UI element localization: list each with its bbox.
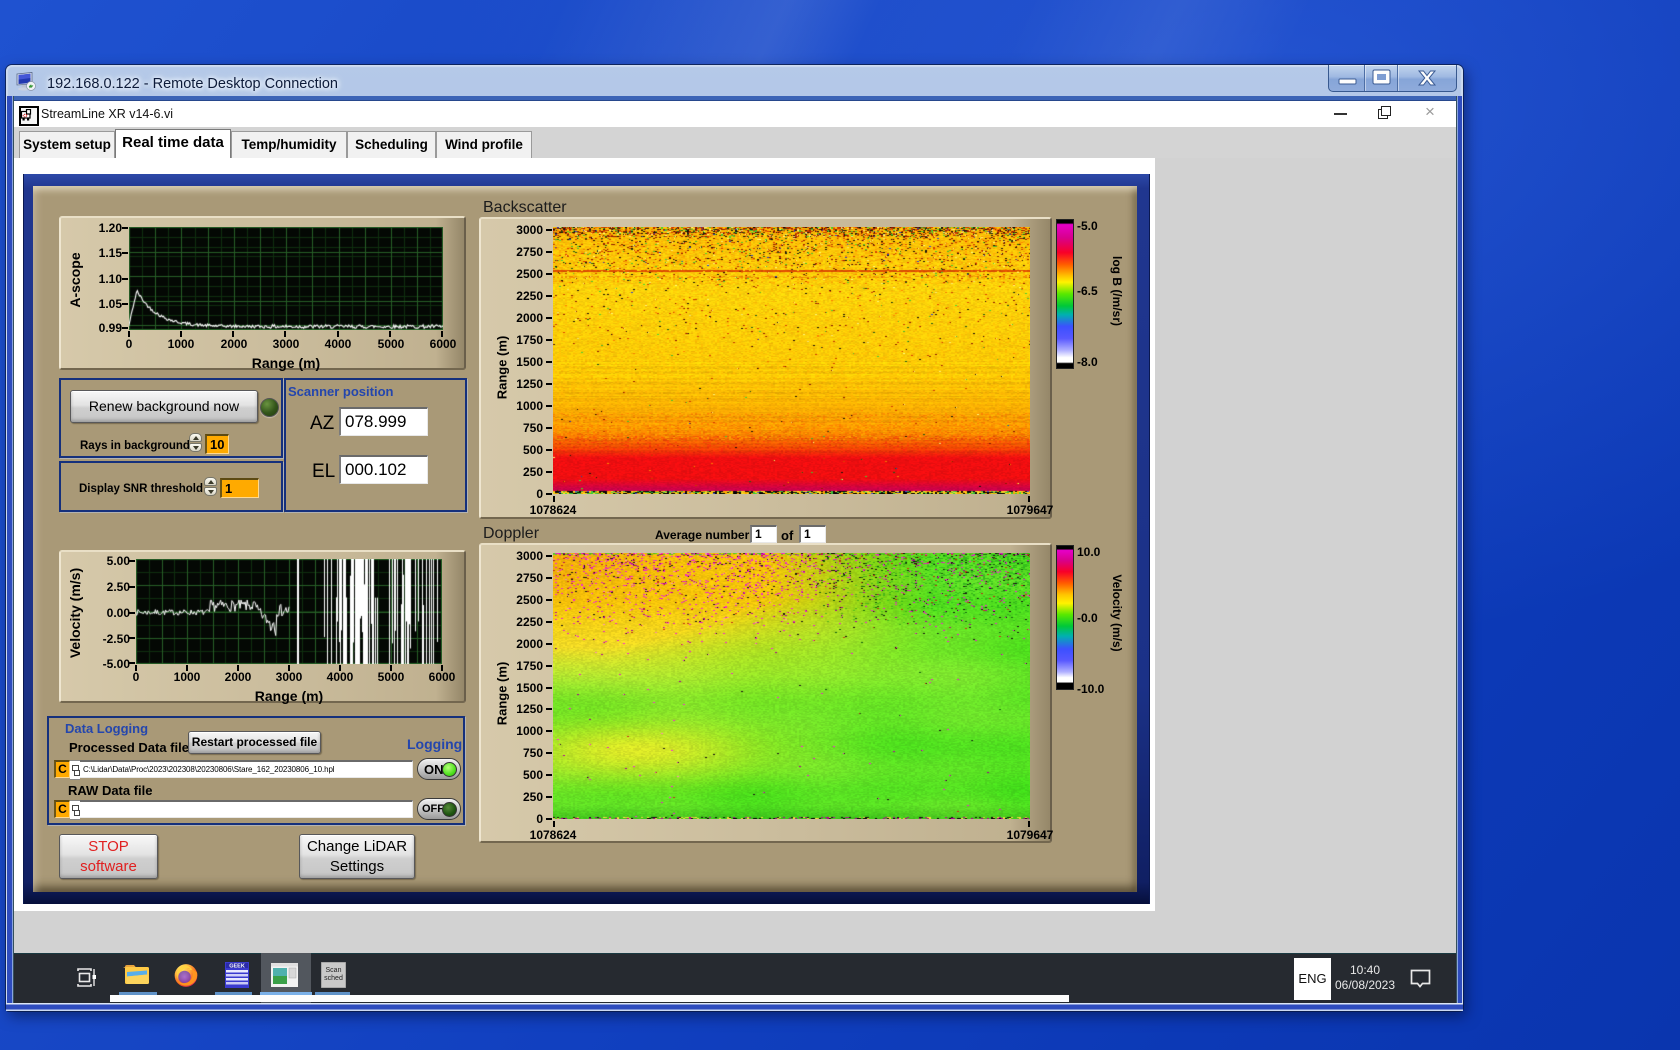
svg-text:GEEK: GEEK [229, 964, 245, 970]
svg-text:Scan: Scan [326, 967, 342, 974]
svg-text:sched: sched [324, 975, 343, 982]
